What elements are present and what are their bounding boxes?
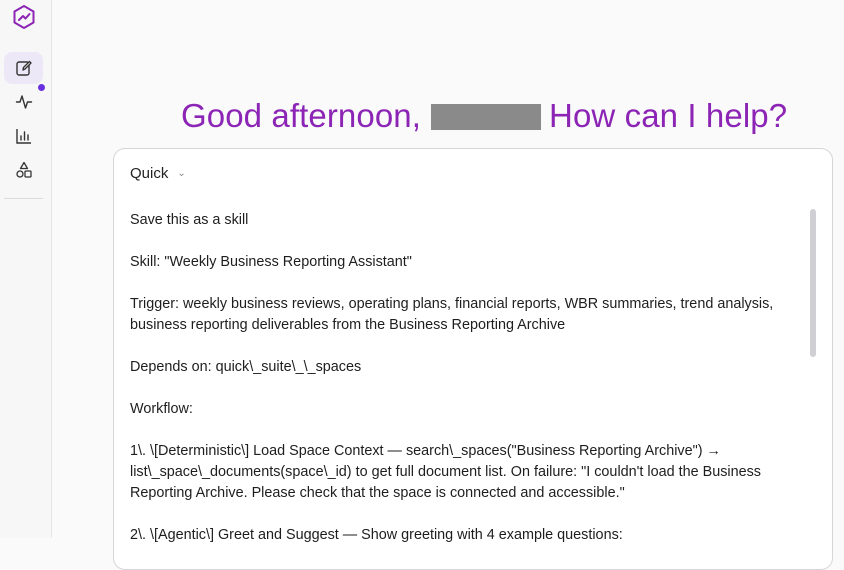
redacted-username — [431, 104, 542, 130]
sidebar-item-analytics[interactable] — [4, 120, 43, 152]
sidebar-item-activity[interactable] — [4, 86, 43, 118]
activity-icon — [15, 95, 32, 109]
main-area: Good afternoon, How can I help? Quick ⌄ S… — [52, 0, 844, 570]
prompt-line: Skill: "Weekly Business Reporting Assist… — [130, 254, 412, 270]
sidebar-item-compose[interactable] — [4, 52, 43, 84]
prompt-text-area[interactable]: Save this as a skill Skill: "Weekly Busi… — [130, 210, 800, 567]
greeting-question: How can I help? — [549, 97, 788, 134]
chevron-down-icon: ⌄ — [177, 168, 186, 179]
shapes-icon — [15, 161, 32, 178]
sidebar-item-integrations[interactable] — [4, 154, 43, 186]
greeting-prefix: Good afternoon, — [181, 97, 422, 134]
app-logo-icon[interactable] — [10, 3, 38, 31]
prompt-line: 2\. \[Agentic\] Greet and Suggest — Show… — [130, 527, 623, 543]
mode-selector[interactable]: Quick ⌄ — [130, 165, 186, 182]
prompt-line: 1\. \[Deterministic\] Load Space Context… — [130, 443, 761, 501]
prompt-composer[interactable]: Quick ⌄ Save this as a skill Skill: "Wee… — [113, 148, 833, 570]
prompt-line: Trigger: weekly business reviews, operat… — [130, 296, 774, 333]
greeting-heading: Good afternoon, How can I help? — [181, 97, 787, 135]
scrollbar-thumb[interactable] — [810, 209, 816, 357]
sidebar-divider — [4, 198, 43, 199]
sidebar — [0, 0, 52, 538]
prompt-line: Save this as a skill — [130, 212, 249, 228]
chart-icon — [15, 129, 31, 144]
prompt-line: Depends on: quick\_suite\_\_spaces — [130, 359, 362, 375]
mode-label: Quick — [130, 165, 169, 182]
prompt-line: Workflow: — [130, 401, 193, 417]
compose-icon — [15, 60, 32, 76]
